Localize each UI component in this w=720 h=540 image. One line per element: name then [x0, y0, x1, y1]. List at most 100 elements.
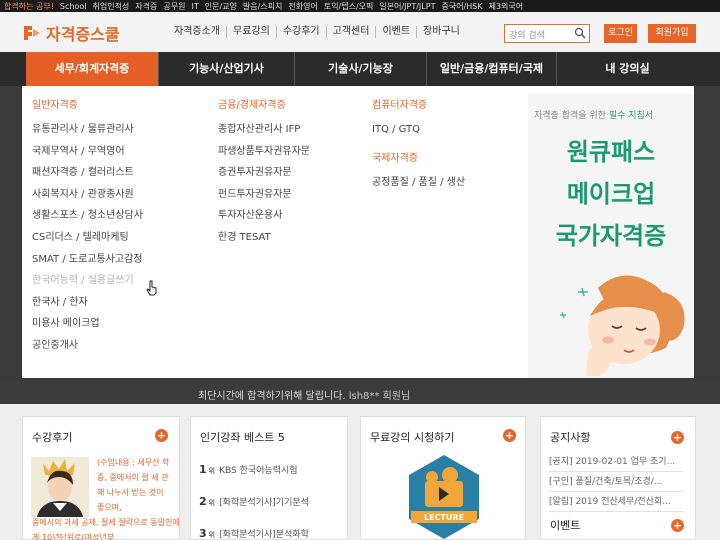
menu-link[interactable]: 증권투자권유자문	[218, 162, 310, 184]
menu-link[interactable]: 공정품질 / 품질 / 생산	[372, 172, 465, 194]
lecture-title: [화학분석기사]분석화학	[219, 530, 309, 540]
tab-engineer[interactable]: 기술사/기능장	[294, 52, 426, 86]
ticker-user: lsh8** 회원님	[348, 391, 411, 402]
menu-link[interactable]: 국제무역사 / 무역영어	[32, 141, 143, 163]
lecture-title: KBS 한국어능력시험	[219, 466, 298, 476]
strip-item[interactable]: 자격증	[135, 1, 157, 12]
strip-item[interactable]: School	[60, 2, 87, 11]
best-lecture-item[interactable]: 1 위 KBS 한국어능력시험	[199, 463, 298, 476]
strip-item[interactable]: 토익/텝스/오픽	[324, 1, 374, 12]
tab-my-classroom[interactable]: 내 강의실	[556, 52, 698, 86]
menu-link[interactable]: SMAT / 도로교통사고감정	[32, 249, 143, 271]
search-placeholder: 강의 검색	[509, 31, 545, 41]
search-icon[interactable]	[574, 27, 586, 39]
logo-text: 자격증스쿨	[46, 25, 120, 44]
promo-subtitle-prefix: 자격증 합격을 위한	[534, 111, 609, 121]
main-category-bar: 세무/회계자격증 기능사/산업기사 기술사/기능장 일반/금융/컴퓨터/국제 내…	[0, 52, 720, 86]
menu-link[interactable]: 파생상품투자권유자문	[218, 141, 310, 163]
notice-item[interactable]: [알림] 2019 전산세무/전산회...	[549, 493, 683, 512]
best-lecture-item[interactable]: 2 위 [화학분석기사]기기분석	[199, 495, 309, 508]
strip-item[interactable]: 합격하는 공부!	[4, 1, 54, 12]
notice-card: 공지사항 + [공지] 2019-02-01 업무 조기... [구인] 품질/…	[540, 416, 696, 540]
review-snippet-continued[interactable]: 중에서의 과세 공제, 절세 절략으로 동일인에게 10년단위로(미성년부	[32, 515, 180, 540]
promo-title-line: 원큐패스	[566, 138, 656, 166]
menu-link[interactable]: 패션자격증 / 컬러리스트	[32, 162, 143, 184]
card-title: 수강후기	[32, 431, 73, 444]
promo-title-line: 국가자격증	[555, 222, 667, 250]
card-title: 인기강좌 베스트 5	[200, 431, 285, 444]
nav-item[interactable]: 이벤트	[376, 26, 418, 38]
menu-link[interactable]: 미용사 메이크업	[32, 313, 143, 335]
menu-link[interactable]: 투자자산운용사	[218, 205, 310, 227]
tab-craftsman[interactable]: 기능사/산업기사	[158, 52, 294, 86]
search-input[interactable]: 강의 검색	[504, 24, 590, 43]
more-plus-icon[interactable]: +	[155, 429, 168, 442]
strip-item[interactable]: IT	[191, 2, 198, 11]
menu-link[interactable]: 공인중개사	[32, 335, 143, 357]
strip-item[interactable]: 취업인적성	[92, 1, 129, 12]
strip-item[interactable]: 일본어/JPT/JLPT	[379, 1, 435, 12]
review-card: 수강후기 + (수업내용 : 세무선 학중, 중에서의 절 세 관해 나누서 받…	[22, 416, 180, 540]
header-nav: 자격증소개 무료강의 수강후기 고객센터 이벤트 장바구니	[168, 26, 466, 38]
review-snippet[interactable]: (수업내용 : 세무선 학중, 중에서의 절 세 관해 나누서 받는 것이 좋으…	[97, 455, 173, 515]
menu-link[interactable]: 한경 TESAT	[218, 227, 310, 249]
more-plus-icon[interactable]: +	[671, 431, 684, 444]
menu-link[interactable]: ITQ / GTQ	[372, 119, 465, 141]
menu-category-title: 컴퓨터자격증	[372, 100, 428, 111]
menu-link[interactable]: 생활스포츠 / 청소년상담사	[32, 205, 143, 227]
notice-item[interactable]: [공지] 2019-02-01 업무 조기...	[549, 453, 683, 472]
site-header: 자격증스쿨 자격증소개 무료강의 수강후기 고객센터 이벤트 장바구니 강의 검…	[0, 12, 720, 52]
rank-number: 1	[199, 463, 207, 476]
promo-banner[interactable]: 자격증 합격을 위한 필수 지침서 원큐패스 메이크업 국가자격증	[528, 94, 694, 378]
login-button[interactable]: 로그인	[604, 24, 637, 43]
top-category-strip: 합격하는 공부! School 취업인적성 자격증 공무원 IT 인문/교양 발…	[0, 0, 720, 12]
ticker-text: 최단시간에 합격하기위해 달립니다.	[198, 391, 346, 402]
promo-title-line: 메이크업	[566, 180, 656, 208]
rank-number: 2	[199, 495, 207, 508]
rank-number: 3	[199, 527, 207, 540]
menu-link[interactable]: 펀드투자권유자문	[218, 184, 310, 206]
hand-cursor-icon	[146, 280, 157, 296]
menu-link[interactable]: CS리더스 / 텔레마케팅	[32, 227, 143, 249]
join-button[interactable]: 회원가입	[648, 24, 696, 43]
menu-column-computer: 컴퓨터자격증 ITQ / GTQ 국제자격증 공정품질 / 품질 / 생산	[372, 96, 465, 193]
strip-item[interactable]: 발음/스피치	[243, 1, 283, 12]
promo-subtitle: 자격증 합격을 위한 필수 지침서	[534, 108, 653, 121]
menu-column-finance: 금융/경제자격증 종합자산관리사 IFP 파생상품투자권유자문 증권투자권유자문…	[218, 96, 310, 249]
menu-link[interactable]: 유통관리사 / 물류관리사	[32, 119, 143, 141]
strip-item[interactable]: 공무원	[163, 1, 185, 12]
menu-link[interactable]: 한국사 / 한자	[32, 292, 143, 314]
nav-item[interactable]: 고객센터	[327, 26, 377, 38]
rank-suffix: 위	[208, 499, 216, 507]
menu-category-title: 일반자격증	[32, 100, 78, 111]
menu-link-hovered[interactable]: 한국어능력 / 실용글쓰기	[32, 270, 143, 292]
lecture-badge-icon[interactable]: LECTURE	[405, 453, 483, 540]
strip-item[interactable]: 전화영어	[288, 1, 317, 12]
nav-item[interactable]: 무료강의	[227, 26, 277, 38]
tab-tax-accounting[interactable]: 세무/회계자격증	[26, 52, 158, 86]
review-ticker[interactable]: 최단시간에 합격하기위해 달립니다. lsh8** 회원님	[198, 387, 410, 402]
site-logo[interactable]: 자격증스쿨	[22, 21, 120, 45]
rank-suffix: 위	[208, 531, 216, 539]
nav-item[interactable]: 장바구니	[417, 26, 466, 38]
nav-item[interactable]: 수강후기	[277, 26, 327, 38]
menu-link[interactable]: 종합자산관리사 IFP	[218, 119, 310, 141]
review-ticker-band: 최단시간에 합격하기위해 달립니다. lsh8** 회원님	[0, 378, 720, 404]
strip-item[interactable]: 중국어/HSK	[441, 1, 482, 12]
bottom-section: 수강후기 + (수업내용 : 세무선 학중, 중에서의 절 세 관해 나누서 받…	[0, 404, 720, 540]
free-lecture-card: 무료강의 시청하기 + LECTURE	[360, 416, 526, 540]
menu-category-title: 금융/경제자격증	[218, 100, 286, 111]
lecture-badge-text: LECTURE	[424, 513, 464, 522]
strip-item[interactable]: 인문/교양	[205, 1, 237, 12]
card-title: 무료강의 시청하기	[370, 431, 455, 444]
tab-general-finance[interactable]: 일반/금융/컴퓨터/국제	[426, 52, 556, 86]
menu-link[interactable]: 사회복지사 / 관광종사원	[32, 184, 143, 206]
nav-item[interactable]: 자격증소개	[168, 26, 227, 38]
logo-icon	[24, 26, 40, 40]
best-lectures-card: 인기강좌 베스트 5 1 위 KBS 한국어능력시험 2 위 [화학분석기사]기기분석 …	[190, 416, 348, 540]
more-plus-icon[interactable]: +	[503, 429, 516, 442]
more-plus-icon[interactable]: +	[671, 519, 684, 532]
notice-item[interactable]: [구인] 품질/건축/토목/조경/...	[549, 473, 683, 492]
best-lecture-item[interactable]: 3 위 [화학분석기사]분석화학	[199, 527, 309, 540]
strip-item[interactable]: 제3외국어	[489, 1, 524, 12]
